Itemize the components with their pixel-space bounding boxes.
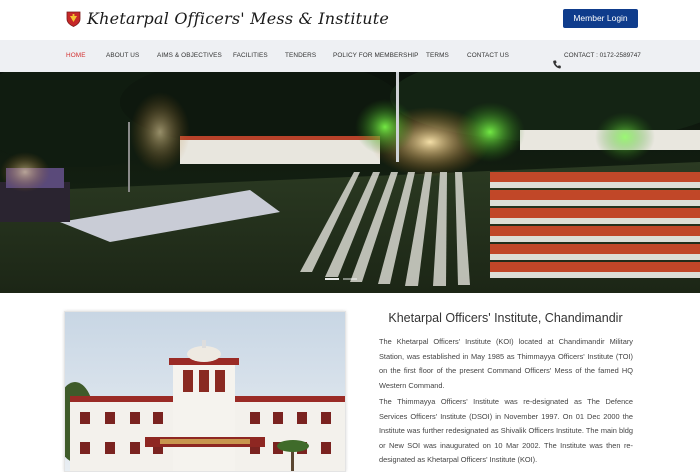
about-section: Khetarpal Officers' Institute, Chandiman… bbox=[0, 293, 700, 472]
about-heading: Khetarpal Officers' Institute, Chandiman… bbox=[388, 311, 623, 325]
nav-item-policy-membership[interactable]: POLICY FOR MEMBERSHIP bbox=[333, 40, 418, 72]
member-login-button[interactable]: Member Login bbox=[563, 9, 638, 28]
main-nav: HOME ABOUT US AIMS & OBJECTIVES FACILITI… bbox=[0, 40, 700, 72]
nav-item-contact-us[interactable]: CONTACT US bbox=[467, 40, 509, 72]
slider-dot-1[interactable] bbox=[325, 278, 339, 280]
nav-item-tenders[interactable]: TENDERS bbox=[285, 40, 316, 72]
about-paragraph-1: The Khetarpal Officers' Institute (KOI) … bbox=[379, 337, 633, 390]
top-bar: Khetarpal Officers' Mess & Institute Mem… bbox=[0, 0, 700, 40]
nav-item-facilities[interactable]: FACILITIES bbox=[233, 40, 268, 72]
institute-building-photo bbox=[64, 311, 346, 472]
phone-icon bbox=[553, 52, 561, 68]
site-logo[interactable]: Khetarpal Officers' Mess & Institute bbox=[66, 9, 389, 28]
emblem-icon bbox=[66, 11, 81, 27]
slider-dots bbox=[325, 278, 357, 280]
nav-item-about-us[interactable]: ABOUT US bbox=[106, 40, 139, 72]
slider-dot-2[interactable] bbox=[343, 278, 357, 280]
logo-text: Khetarpal Officers' Mess & Institute bbox=[87, 9, 390, 28]
about-paragraph-2: The Thimmayya Officers' Institute was re… bbox=[379, 397, 633, 464]
nav-item-aims-objectives[interactable]: AIMS & OBJECTIVES bbox=[157, 40, 222, 72]
hero-banner bbox=[0, 72, 700, 293]
nav-item-terms[interactable]: TERMS bbox=[426, 40, 449, 72]
contact-phone[interactable]: CONTACT : 0172-2589747 bbox=[553, 40, 641, 72]
nav-item-home[interactable]: HOME bbox=[66, 40, 86, 72]
contact-text: CONTACT : 0172-2589747 bbox=[564, 52, 641, 59]
hero-image bbox=[0, 72, 700, 293]
